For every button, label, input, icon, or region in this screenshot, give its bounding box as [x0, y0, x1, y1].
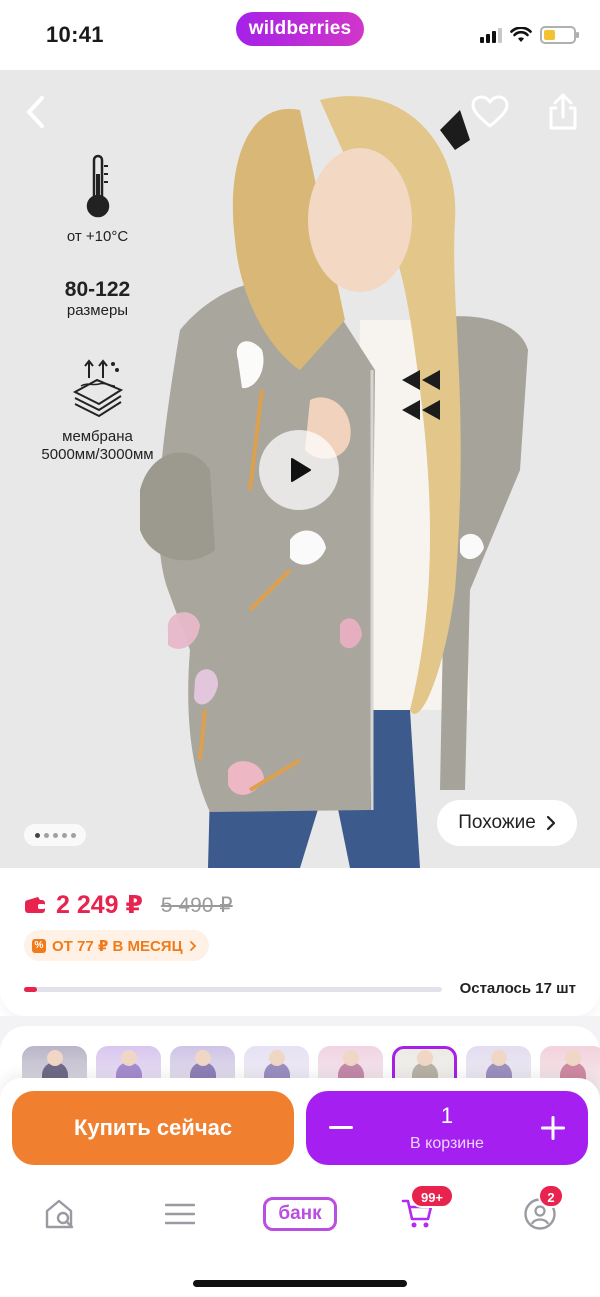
- feature-membrane-label: мембрана: [62, 428, 133, 445]
- battery-icon: [540, 26, 579, 44]
- price-row: 2 249 ₽ 5 490 ₽: [24, 890, 233, 920]
- stock-progress: [24, 987, 442, 992]
- variant-figure-head: [491, 1050, 507, 1066]
- thermometer-icon: [86, 154, 109, 218]
- status-bar: 10:41 wildberries: [0, 0, 600, 70]
- signal-icon: [480, 27, 502, 43]
- price-card: 2 249 ₽ 5 490 ₽ % ОТ 77 ₽ В МЕСЯЦ Остало…: [0, 868, 600, 1016]
- chevron-right-icon: [189, 940, 196, 951]
- variant-figure-head: [47, 1050, 63, 1066]
- nav-cart[interactable]: 99+: [388, 1184, 454, 1236]
- home-search-icon: [45, 1199, 74, 1229]
- nav-bank[interactable]: банк: [262, 1192, 338, 1236]
- gallery-dot: [70, 832, 76, 838]
- feature-membrane-spec: 5000мм/3000мм: [41, 446, 154, 463]
- home-indicator: [193, 1280, 407, 1287]
- increase-quantity-button[interactable]: [530, 1105, 576, 1151]
- stock-progress-fill: [24, 987, 37, 992]
- wifi-icon: [510, 27, 532, 42]
- feature-sizes-title: 80-122: [64, 278, 131, 301]
- favorite-button[interactable]: [468, 90, 512, 134]
- similar-button[interactable]: Похожие: [437, 800, 577, 846]
- status-icons: [480, 24, 579, 46]
- menu-icon: [165, 1203, 195, 1225]
- product-gallery[interactable]: от +10°C 80-122 размеры мембрана 5000мм/…: [0, 70, 600, 868]
- gallery-dot: [43, 832, 49, 838]
- share-button[interactable]: [541, 90, 585, 134]
- feature-sizes-text: размеры: [66, 302, 129, 319]
- old-price: 5 490 ₽: [160, 893, 233, 917]
- status-time: 10:41: [46, 22, 104, 47]
- feature-temperature: от +10°C: [30, 154, 165, 246]
- share-icon: [549, 93, 577, 130]
- bank-label: банк: [263, 1197, 337, 1231]
- cart-quantity-control: 1 В корзине: [306, 1091, 588, 1165]
- chevron-right-icon: [546, 815, 555, 831]
- nav-catalog[interactable]: [150, 1192, 210, 1236]
- variant-figure-head: [417, 1050, 433, 1066]
- variant-figure-head: [269, 1050, 285, 1066]
- installment-badge[interactable]: % ОТ 77 ₽ В МЕСЯЦ: [24, 930, 209, 961]
- feature-sizes: 80-122 размеры: [30, 278, 165, 320]
- gallery-dot: [34, 832, 40, 838]
- variant-figure-head: [121, 1050, 137, 1066]
- membrane-icon: [72, 359, 123, 418]
- current-price: 2 249 ₽: [56, 891, 143, 919]
- play-video-button[interactable]: [259, 430, 339, 510]
- nav-home[interactable]: [30, 1192, 90, 1236]
- variant-figure-head: [565, 1050, 581, 1066]
- gallery-dot: [52, 832, 58, 838]
- action-bar: Купить сейчас 1 В корзине: [0, 1078, 600, 1178]
- similar-label: Похожие: [458, 812, 536, 833]
- variant-figure-head: [343, 1050, 359, 1066]
- variant-figure-head: [195, 1050, 211, 1066]
- buy-now-button[interactable]: Купить сейчас: [12, 1091, 294, 1165]
- profile-badge: 2: [538, 1184, 564, 1208]
- bottom-navigation: банк 99+ 2: [0, 1178, 600, 1297]
- wallet-icon: [25, 897, 45, 913]
- heart-icon: [471, 95, 509, 128]
- play-icon: [291, 458, 311, 482]
- feature-temperature-text: от +10°C: [66, 228, 129, 245]
- back-button[interactable]: [14, 90, 58, 134]
- cart-badge: 99+: [410, 1184, 454, 1208]
- installment-icon: %: [32, 938, 46, 953]
- stock-label: Осталось 17 шт: [459, 980, 576, 997]
- brand-logo: wildberries: [236, 12, 364, 46]
- gallery-dot: [61, 832, 67, 838]
- nav-profile[interactable]: 2: [510, 1184, 570, 1236]
- plus-icon: [541, 1116, 565, 1140]
- installment-label: ОТ 77 ₽ В МЕСЯЦ: [52, 937, 183, 955]
- gallery-pagination: [24, 824, 86, 846]
- feature-membrane: мембрана 5000мм/3000мм: [30, 356, 165, 464]
- chevron-left-icon: [27, 96, 44, 128]
